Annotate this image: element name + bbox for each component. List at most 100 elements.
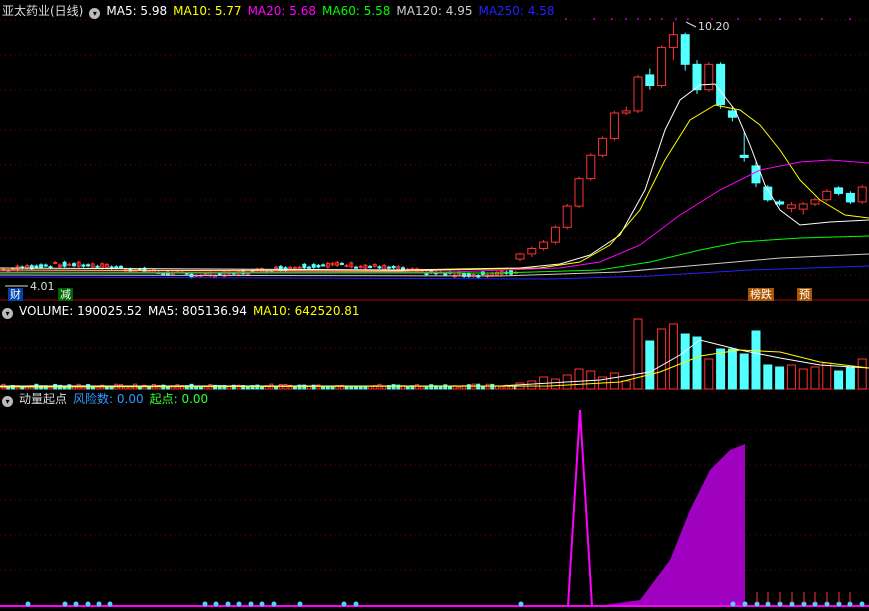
volume-bar: [775, 366, 785, 390]
indicator-dot: [742, 601, 748, 607]
candle-body: [704, 63, 714, 91]
signal-dot: [637, 18, 639, 20]
indicator-dot: [353, 601, 359, 607]
candle-body: [680, 34, 690, 65]
volume-bar: [810, 366, 820, 390]
badge-cai[interactable]: 财: [8, 288, 23, 301]
candle-body: [527, 247, 537, 255]
volume-bar: [419, 385, 424, 390]
candle-body: [739, 154, 749, 158]
volume-bar: [645, 340, 655, 390]
ma60-line: [0, 235, 869, 274]
volume-legend: VOLUME: 190025.52 MA5: 805136.94 MA10: 642…: [19, 304, 366, 318]
candle-body: [34, 265, 39, 268]
volume-panel-header: ▾ VOLUME: 190025.52 MA5: 805136.94 MA10: 64…: [2, 303, 372, 319]
volume-bar: [349, 386, 354, 390]
indicator-dot: [25, 601, 31, 607]
signal-dot: [687, 18, 689, 20]
legend-item: 风险数: 0.00: [73, 392, 144, 406]
signal-dot: [649, 18, 651, 20]
candle-body: [72, 263, 76, 267]
volume-bar: [857, 358, 867, 390]
volume-bar: [834, 370, 844, 390]
candle-body: [692, 63, 702, 91]
volume-bar: [405, 386, 410, 390]
volume-bar: [358, 386, 363, 390]
volume-bar: [448, 386, 452, 390]
legend-item: MA250: 4.58: [478, 4, 555, 18]
indicator-panel-header: ▾ 动量起点 风险数: 0.00 起点: 0.00: [2, 391, 220, 407]
candle-body: [368, 265, 373, 268]
volume-bar: [786, 364, 796, 390]
legend-item: MA120: 4.95: [396, 4, 473, 18]
stock-title[interactable]: 亚太药业(日线): [2, 4, 83, 18]
legend-item: 起点: 0.00: [149, 392, 209, 406]
candle-body: [609, 112, 619, 139]
main-settings-icon[interactable]: ▾: [89, 8, 101, 19]
candle-body: [344, 264, 349, 267]
volume-bar: [704, 358, 714, 390]
volume-ma10-line: [0, 349, 869, 388]
volume-settings-icon[interactable]: ▾: [2, 308, 13, 319]
signal-dot: [759, 18, 761, 20]
volume-bar: [490, 383, 495, 390]
candle-body: [633, 76, 643, 112]
candle-body: [297, 266, 302, 269]
main-panel-header: 亚太药业(日线) ▾ MA5: 5.98 MA10: 5.77 MA20: 5.68 MA…: [2, 3, 567, 19]
candle-body: [321, 264, 326, 267]
volume-bar: [751, 330, 761, 390]
volume-bar: [527, 380, 537, 390]
volume-bar: [325, 386, 330, 390]
candle-body: [598, 137, 608, 156]
candle-body: [10, 267, 15, 270]
volume-bar: [245, 386, 250, 390]
candle-body: [515, 253, 525, 260]
indicator-legend: 风险数: 0.00 起点: 0.00: [73, 392, 214, 406]
indicator-title[interactable]: 动量起点: [19, 392, 67, 406]
indicator-settings-icon[interactable]: ▾: [2, 396, 13, 407]
badge-yu[interactable]: 预: [797, 288, 812, 301]
volume-bar: [550, 378, 560, 390]
indicator-dot: [85, 601, 91, 607]
low-price-label: 4.01: [30, 280, 55, 293]
candle-body: [217, 273, 222, 276]
candle-body: [845, 192, 855, 203]
indicator-dot: [107, 601, 113, 607]
indicator-spike: [566, 409, 594, 607]
candle-body: [302, 263, 307, 269]
candle-body: [645, 74, 655, 86]
candle-body: [586, 154, 596, 180]
indicator-dot: [730, 601, 736, 607]
candle-body: [798, 203, 808, 210]
candle-body: [657, 46, 667, 86]
volume-bar: [485, 383, 490, 390]
signal-dot: [661, 18, 663, 20]
high-price-label: 10.20: [698, 20, 730, 33]
candle-body: [775, 201, 785, 205]
indicator-dot: [202, 601, 208, 607]
candle-body: [95, 265, 100, 268]
candle-body: [307, 266, 311, 269]
legend-item: MA5: 805136.94: [148, 304, 247, 318]
high-marker: [685, 21, 697, 28]
indicator-dot: [259, 601, 265, 607]
candle-body: [377, 266, 382, 269]
badge-jian[interactable]: 减: [58, 288, 73, 301]
legend-item: MA20: 5.68: [247, 4, 316, 18]
candle-body: [53, 261, 58, 264]
volume-bar: [822, 362, 832, 390]
candle-body: [62, 261, 67, 267]
volume-bar: [716, 348, 726, 390]
legend-item: MA10: 5.77: [173, 4, 242, 18]
volume-bar: [321, 386, 326, 390]
candle-body: [316, 264, 321, 268]
signal-dot: [799, 18, 801, 20]
indicator-dot: [859, 601, 865, 607]
ma20-line: [0, 159, 869, 273]
signal-dot: [675, 18, 677, 20]
badge-bangdie[interactable]: 榜跌: [748, 288, 774, 301]
ma-legend: MA5: 5.98 MA10: 5.77 MA20: 5.68 MA60: 5.58 M…: [106, 4, 560, 18]
indicator-dot: [62, 601, 68, 607]
volume-bar: [457, 386, 462, 390]
candle-body: [727, 110, 737, 118]
